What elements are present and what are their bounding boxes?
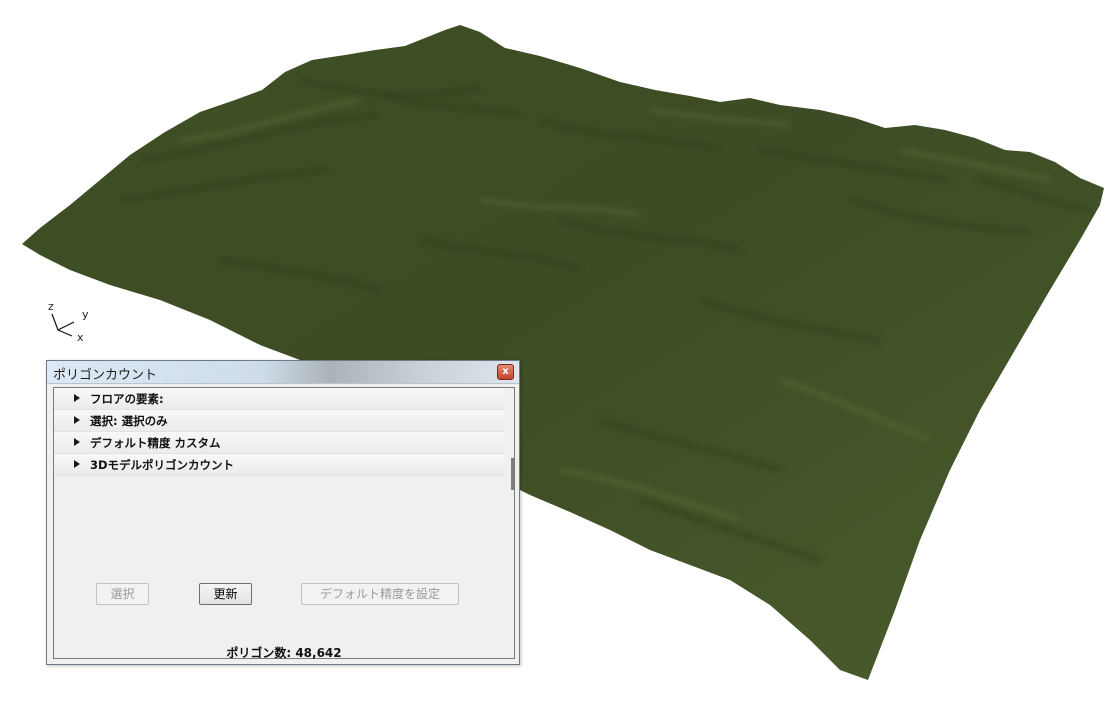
expand-triangle-icon[interactable]	[74, 416, 80, 424]
polygon-count-text: ポリゴン数: 48,642	[226, 646, 342, 660]
select-button[interactable]: 選択	[96, 583, 149, 605]
expand-triangle-icon[interactable]	[74, 394, 80, 402]
axis-z-label: z	[48, 300, 54, 313]
axis-y-label: y	[82, 308, 89, 321]
expand-triangle-icon[interactable]	[74, 438, 80, 446]
set-default-precision-button[interactable]: デフォルト精度を設定	[301, 583, 459, 605]
section-label: 3Dモデルポリゴンカウント	[90, 458, 235, 472]
update-button[interactable]: 更新	[199, 583, 252, 605]
section-label: デフォルト精度 カスタム	[90, 436, 221, 450]
dialog-title: ポリゴンカウント	[53, 368, 158, 383]
axis-x-label: x	[77, 331, 84, 344]
axis-gizmo: z y x	[44, 300, 94, 348]
polygon-count-dialog: ポリゴンカウント x フロアの要素: 選択: 選択のみ デフォルト精度 カスタム…	[46, 360, 520, 665]
sections-scrollbar[interactable]	[510, 388, 514, 492]
dialog-content: フロアの要素: 選択: 選択のみ デフォルト精度 カスタム 3Dモデルポリゴンカ…	[53, 387, 515, 660]
section-floor-elements[interactable]: フロアの要素:	[54, 388, 504, 410]
dialog-titlebar[interactable]: ポリゴンカウント x	[47, 361, 519, 384]
section-label: フロアの要素:	[90, 392, 164, 406]
scrollbar-thumb[interactable]	[511, 458, 514, 490]
expand-triangle-icon[interactable]	[74, 460, 80, 468]
section-3d-model-polygon-count[interactable]: 3Dモデルポリゴンカウント	[54, 454, 504, 476]
close-icon: x	[502, 366, 509, 377]
section-selection[interactable]: 選択: 選択のみ	[54, 410, 504, 432]
section-default-precision[interactable]: デフォルト精度 カスタム	[54, 432, 504, 454]
section-label: 選択: 選択のみ	[90, 414, 168, 428]
close-button[interactable]: x	[497, 364, 514, 380]
